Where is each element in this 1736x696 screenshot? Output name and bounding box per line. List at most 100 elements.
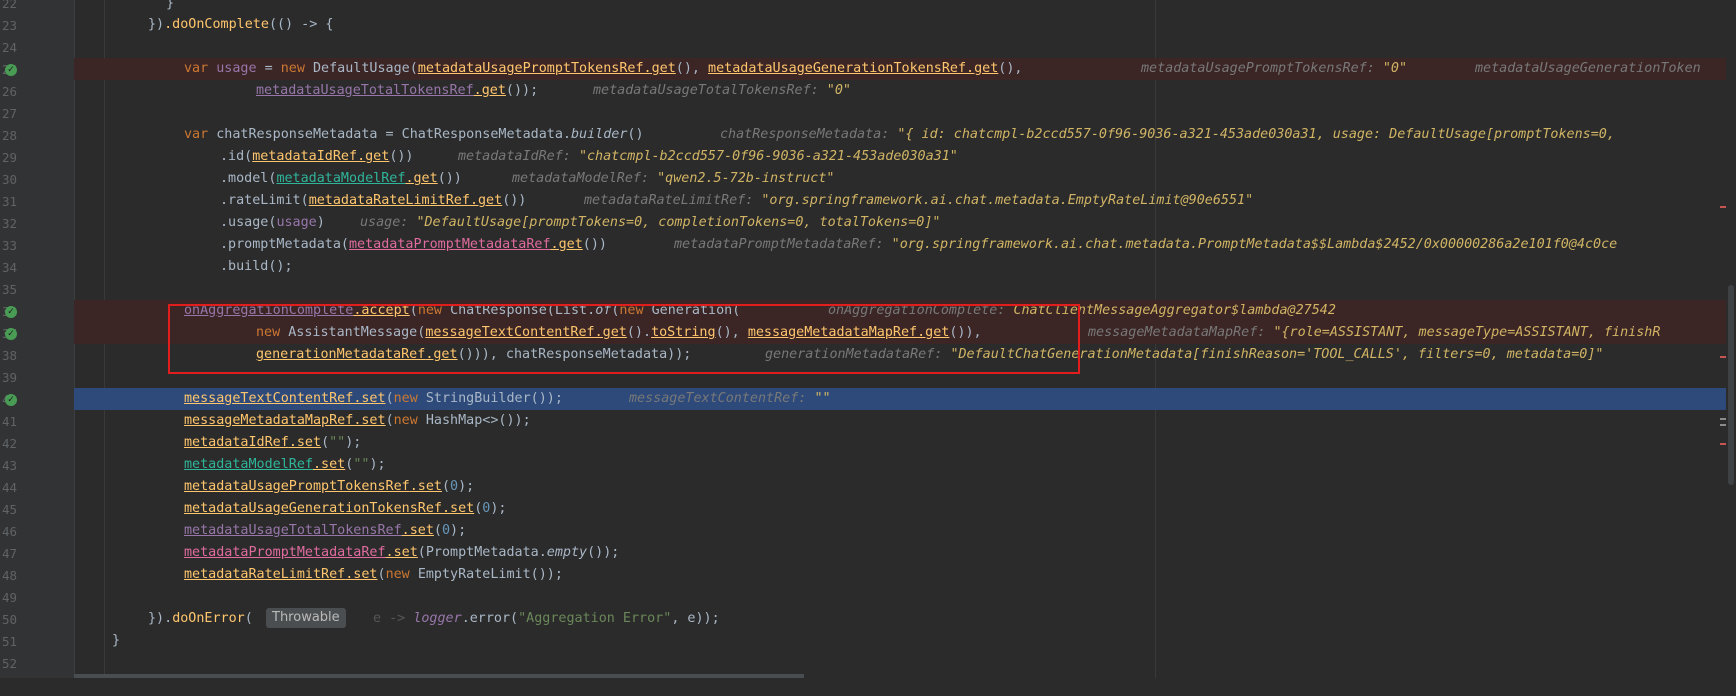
code-token: ); [458,479,475,494]
method: .set [288,435,322,450]
breakpoint-check-icon[interactable]: ✓ [5,64,17,76]
line-number: 38 [2,348,18,363]
code-line-43: metadataModelRef.set(""); [74,454,1736,476]
method: .get [473,83,506,98]
code-line-48: metadataRateLimitRef.set(new EmptyRateLi… [74,564,1736,586]
method: .set [441,501,475,516]
keyword: var [184,127,217,142]
line-number: 24 [2,40,18,55]
code-token: () [627,127,644,142]
field-ref: metadataPromptMetadataRef [184,545,386,560]
code-line-23: }).doOnComplete(() -> { [74,14,1736,36]
code-token: EmptyRateLimit()); [417,567,563,582]
code-line-25: var usage = new DefaultUsage(metadataUsa… [74,58,1736,80]
code-token: ); [369,457,386,472]
debug-inline-value: messageTextContentRef: [629,391,815,406]
code-token: ()) [582,237,607,252]
code-line-46: metadataUsageTotalTokensRef.set(0); [74,520,1736,542]
code-line-31: .rateLimit(metadataRateLimitRef.get()) m… [74,190,1736,212]
breakpoint-check-icon[interactable]: ✓ [5,394,17,406]
method: .get [550,237,583,252]
debug-inline-value: chatResponseMetadata: [720,127,898,142]
code-line-40-current: messageTextContentRef.set(new StringBuil… [74,388,1736,410]
method: .set [401,523,434,538]
line-number: 51 [2,634,18,649]
line-number: 29 [2,150,18,165]
code-line-45: metadataUsageGenerationTokensRef.set(0); [74,498,1736,520]
code-line-30: .model(metadataModelRef.get()) metadataM… [74,168,1736,190]
scrollbar-thumb[interactable] [1728,285,1734,485]
code-line-22: } [74,0,1736,15]
code-token: , e)); [671,611,720,626]
breakpoint-check-icon[interactable]: ✓ [5,306,17,318]
code-token: (), [675,61,709,76]
line-number: 22 [2,0,18,11]
line-number-gutter[interactable]: 22232425✓2627282930313233343536✓37✓38394… [0,0,75,678]
field-ref: metadataIdRef [184,435,289,450]
code-token: ()); [505,83,539,98]
debug-inline-value: metadataIdRef: [458,149,579,164]
debug-inline-value: "0" [1382,61,1408,76]
field-ref: metadataRateLimitRef [308,193,470,208]
code-token: }) [148,17,165,32]
type-hint-tooltip: Throwable [266,608,346,628]
field-ref: metadataIdRef [252,149,358,164]
line-number: 30 [2,172,18,187]
line-number: 43 [2,458,18,473]
field-ref: metadataModelRef [184,457,313,472]
debug-inline-value: metadataUsageGenerationToken [1475,61,1701,76]
line-number: 34 [2,260,18,275]
code-token: .rateLimit( [220,193,309,208]
debug-inline-value: messageMetadataMapRef: [1088,325,1274,340]
line-number: 41 [2,414,18,429]
code-token: ( [441,479,451,494]
code-token: ( [321,435,330,450]
debug-inline-value: "DefaultUsage[promptTokens=0, completion… [416,215,941,230]
debug-inline-value: metadataPromptMetadataRef: [674,237,892,252]
code-line-28: var chatResponseMetadata = ChatResponseM… [74,124,1736,146]
code-token: = [256,61,281,76]
breakpoint-check-icon[interactable]: ✓ [5,328,17,340]
debug-inline-value: "chatcmpl-b2ccd557-0f96-9036-a321-453ade… [578,149,958,164]
horizontal-scrollbar[interactable] [74,674,804,678]
variable: usage [216,61,257,76]
code-line-44: metadataUsagePromptTokensRef.set(0); [74,476,1736,498]
method: .get [469,193,503,208]
debug-inline-value: metadataModelRef: [512,171,658,186]
line-number: 26 [2,84,18,99]
code-token: .build(); [220,259,293,274]
line-number: 52 [2,656,18,671]
method: .set [345,567,378,582]
line-number: 32 [2,216,18,231]
line-number: 28 [2,128,18,143]
code-token: e -> [373,611,414,626]
field-ref: messageMetadataMapRef [184,413,354,428]
method: .get [405,171,438,186]
code-token: ()) [437,171,462,186]
vertical-scrollbar[interactable] [1726,0,1736,678]
line-number: 44 [2,480,18,495]
line-number: 42 [2,436,18,451]
method: .set [409,479,442,494]
line-number: 49 [2,590,18,605]
code-token: ) [316,215,325,230]
debug-inline-value: "{role=ASSISTANT, messageType=ASSISTANT,… [1273,325,1661,340]
code-line-26: metadataUsageTotalTokensRef.get()); meta… [74,80,1736,102]
debug-inline-value: "qwen2.5-72b-instruct" [657,171,835,186]
debug-inline-value: metadataUsageTotalTokensRef: [593,83,827,98]
line-number: 46 [2,524,18,539]
field-ref: logger [413,611,462,626]
code-editor[interactable]: } }).doOnComplete(() -> { var usage = ne… [74,0,1736,678]
method: .get [643,61,676,76]
variable: usage [276,215,317,230]
code-token: .model( [220,171,277,186]
string-literal: "" [329,435,346,450]
field-ref: metadataUsagePromptTokensRef [417,61,644,76]
field-ref: metadataPromptMetadataRef [349,237,551,252]
code-token: (PromptMetadata. [417,545,547,560]
number-literal: 0 [450,479,459,494]
method: .get [357,149,390,164]
line-number: 23 [2,18,18,33]
field-ref: metadataUsageTotalTokensRef [256,83,474,98]
line-number: 27 [2,106,18,121]
